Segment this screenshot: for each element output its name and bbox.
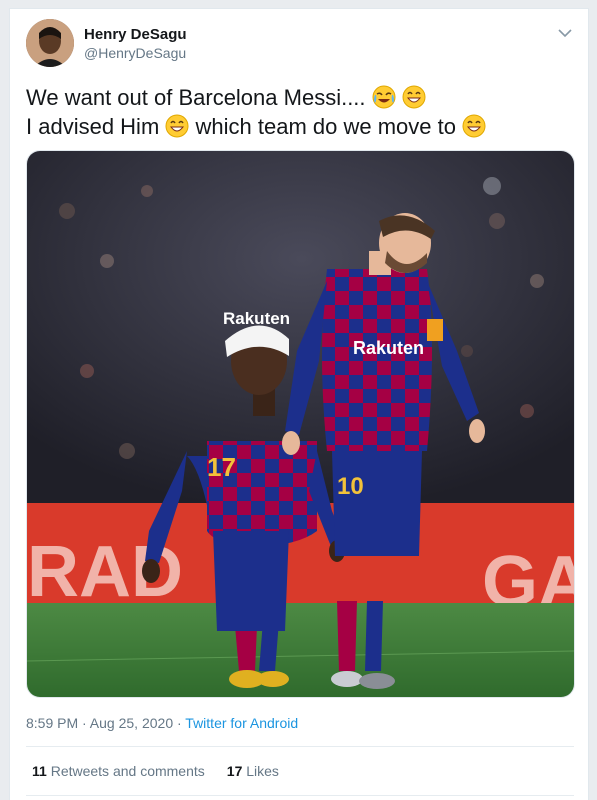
jersey-number-right: 10 (337, 473, 364, 500)
tweet-text-part: I advised Him (26, 114, 160, 139)
pitch (27, 603, 574, 697)
tweet-text: We want out of Barcelona Messi.... I adv… (26, 83, 486, 141)
grinning-emoji-icon (402, 85, 426, 109)
chevron-down-icon[interactable] (556, 24, 574, 42)
timestamp[interactable]: 8:59 PM · Aug 25, 2020 · (26, 715, 185, 731)
tweet-meta: 8:59 PM · Aug 25, 2020 · Twitter for And… (26, 715, 298, 731)
avatar[interactable] (26, 19, 74, 67)
grinning-emoji-icon (462, 114, 486, 138)
tweet-stats: 11 Retweets and comments 17 Likes (32, 763, 279, 779)
retweets-count: 11 (32, 763, 47, 779)
tears-of-joy-emoji-icon (372, 85, 396, 109)
tweet-text-line-1: We want out of Barcelona Messi.... (26, 83, 486, 112)
likes-count: 17 (226, 763, 243, 779)
tweet-text-part: which team do we move to (195, 114, 456, 139)
tweet-text-part: We want out of Barcelona Messi.... (26, 85, 366, 110)
author-name[interactable]: Henry DeSagu (84, 26, 187, 43)
retweets-stat[interactable]: 11 Retweets and comments (32, 763, 205, 779)
divider (26, 795, 574, 796)
jersey-number-left: 17 (207, 452, 236, 482)
tweet-card: Henry DeSagu @HenryDeSagu We want out of… (9, 8, 589, 800)
grinning-emoji-icon (165, 114, 189, 138)
tweet-photo[interactable]: RAD GA Rakuten (26, 150, 575, 698)
divider (26, 746, 574, 747)
source-link[interactable]: Twitter for Android (185, 715, 298, 731)
jersey-sponsor-right: Rakuten (353, 338, 424, 358)
jersey-sponsor-left: Rakuten (223, 309, 290, 328)
retweets-label: Retweets and comments (50, 763, 205, 779)
tweet-text-line-2: I advised Him which team do we move to (26, 112, 486, 141)
author-handle[interactable]: @HenryDeSagu (84, 45, 186, 61)
likes-stat[interactable]: 17 Likes (227, 763, 279, 779)
likes-label: Likes (246, 763, 279, 779)
